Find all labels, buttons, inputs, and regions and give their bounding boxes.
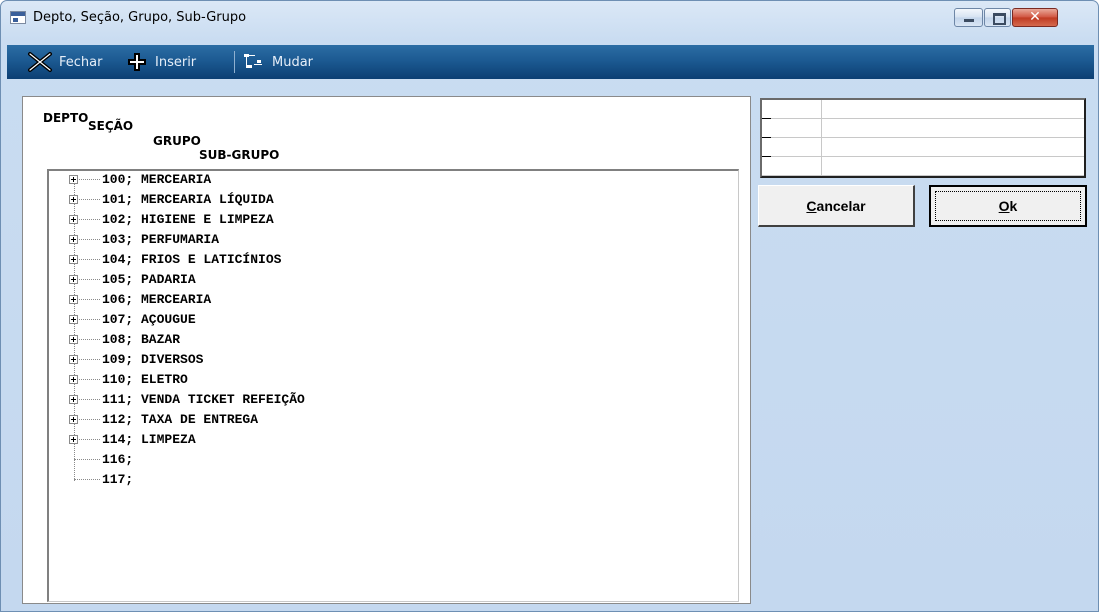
tree-item-label: 104; FRIOS E LATICÍNIOS	[102, 252, 282, 267]
tree-item[interactable]: 106; MERCEARIA	[69, 291, 669, 311]
close-x-icon	[28, 52, 52, 72]
cancel-button[interactable]: Cancelar	[758, 185, 915, 227]
tree-item-label: 107; AÇOUGUE	[102, 312, 196, 327]
focus-rectangle	[935, 191, 1081, 221]
tree-item-label: 116;	[102, 452, 134, 467]
grid-row-marker	[762, 118, 771, 119]
tree-item[interactable]: 108; BAZAR	[69, 331, 669, 351]
header-secao: SEÇÃO	[88, 119, 134, 133]
ok-button[interactable]: Ok	[929, 185, 1087, 227]
expand-icon[interactable]	[69, 195, 78, 204]
close-icon: ✕	[1029, 9, 1041, 25]
expand-icon[interactable]	[69, 215, 78, 224]
grid-cell[interactable]	[762, 100, 822, 119]
fechar-button[interactable]: Fechar	[27, 45, 102, 79]
grid-cell[interactable]	[822, 100, 1084, 119]
tree-item[interactable]: 100; MERCEARIA	[69, 171, 669, 191]
detail-grid[interactable]	[760, 98, 1086, 178]
inserir-label: Inserir	[155, 54, 197, 70]
cancel-accelerator: C	[806, 197, 817, 214]
tree-item-label: 110; ELETRO	[102, 372, 188, 387]
expand-icon[interactable]	[69, 275, 78, 284]
maximize-button[interactable]	[984, 8, 1011, 27]
app-window-icon[interactable]	[10, 11, 26, 24]
minimize-icon	[964, 19, 974, 22]
cancel-label: ancelar	[816, 197, 866, 214]
tree-item-label: 109; DIVERSOS	[102, 352, 204, 367]
category-tree[interactable]: 100; MERCEARIA 101; MERCEARIA LÍQUIDA 10…	[47, 169, 739, 602]
inserir-button[interactable]: Inserir	[125, 45, 196, 79]
header-depto: DEPTO	[43, 111, 89, 125]
header-grupo: GRUPO	[153, 134, 201, 148]
tree-item-label: 100; MERCEARIA	[102, 172, 212, 187]
tree-item[interactable]: 116;	[69, 451, 669, 471]
expand-icon[interactable]	[69, 315, 78, 324]
tree-item-label: 101; MERCEARIA LÍQUIDA	[102, 192, 274, 207]
plus-icon	[128, 53, 146, 71]
toolbar-separator	[234, 51, 235, 73]
close-window-button[interactable]: ✕	[1012, 8, 1058, 27]
tree-item[interactable]: 105; PADARIA	[69, 271, 669, 291]
tree-item[interactable]: 110; ELETRO	[69, 371, 669, 391]
mudar-label: Mudar	[272, 54, 314, 70]
toolbar: Fechar Inserir Mudar	[7, 45, 1094, 79]
title-bar[interactable]: Depto, Seção, Grupo, Sub-Grupo ✕	[1, 1, 1098, 35]
grid-row-marker	[762, 137, 771, 138]
tree-item[interactable]: 103; PERFUMARIA	[69, 231, 669, 251]
expand-icon[interactable]	[69, 235, 78, 244]
tree-item[interactable]: 114; LIMPEZA	[69, 431, 669, 451]
maximize-icon	[993, 13, 1006, 25]
tree-item-label: 111; VENDA TICKET REFEIÇÃO	[102, 392, 305, 407]
move-tree-icon	[244, 54, 262, 68]
minimize-button[interactable]	[954, 8, 983, 27]
grid-cell[interactable]	[822, 138, 1084, 157]
tree-item[interactable]: 112; TAXA DE ENTREGA	[69, 411, 669, 431]
tree-item[interactable]: 117;	[69, 471, 669, 491]
tree-item[interactable]: 109; DIVERSOS	[69, 351, 669, 371]
grid-cell[interactable]	[762, 157, 822, 176]
tree-item-label: 103; PERFUMARIA	[102, 232, 220, 247]
tree-item-label: 106; MERCEARIA	[102, 292, 212, 307]
expand-icon[interactable]	[69, 335, 78, 344]
tree-item-label: 102; HIGIENE E LIMPEZA	[102, 212, 274, 227]
tree-item-label: 105; PADARIA	[102, 272, 196, 287]
expand-icon[interactable]	[69, 175, 78, 184]
header-subgrupo: SUB-GRUPO	[199, 148, 280, 162]
tree-item[interactable]: 104; FRIOS E LATICÍNIOS	[69, 251, 669, 271]
expand-icon[interactable]	[69, 395, 78, 404]
tree-item-label: 108; BAZAR	[102, 332, 181, 347]
tree-item[interactable]: 107; AÇOUGUE	[69, 311, 669, 331]
tree-item-label: 114; LIMPEZA	[102, 432, 196, 447]
grid-cell[interactable]	[822, 119, 1084, 138]
expand-icon[interactable]	[69, 355, 78, 364]
grid-cell[interactable]	[822, 157, 1084, 176]
expand-icon[interactable]	[69, 415, 78, 424]
expand-icon[interactable]	[69, 295, 78, 304]
fechar-label: Fechar	[59, 54, 103, 70]
tree-item[interactable]: 102; HIGIENE E LIMPEZA	[69, 211, 669, 231]
window-title: Depto, Seção, Grupo, Sub-Grupo	[33, 10, 247, 25]
expand-icon[interactable]	[69, 255, 78, 264]
category-tree-panel: DEPTO SEÇÃO GRUPO SUB-GRUPO 100; MERCEAR…	[22, 96, 751, 604]
tree-item[interactable]: 101; MERCEARIA LÍQUIDA	[69, 191, 669, 211]
tree-item[interactable]: 111; VENDA TICKET REFEIÇÃO	[69, 391, 669, 411]
grid-cell[interactable]	[762, 138, 822, 157]
tree-item-label: 112; TAXA DE ENTREGA	[102, 412, 259, 427]
grid-row-marker	[762, 156, 771, 157]
mudar-button[interactable]: Mudar	[240, 45, 313, 79]
main-window: Depto, Seção, Grupo, Sub-Grupo ✕ Fechar …	[0, 0, 1099, 612]
tree-item-label: 117;	[102, 472, 134, 487]
expand-icon[interactable]	[69, 375, 78, 384]
grid-cell[interactable]	[762, 119, 822, 138]
expand-icon[interactable]	[69, 435, 78, 444]
